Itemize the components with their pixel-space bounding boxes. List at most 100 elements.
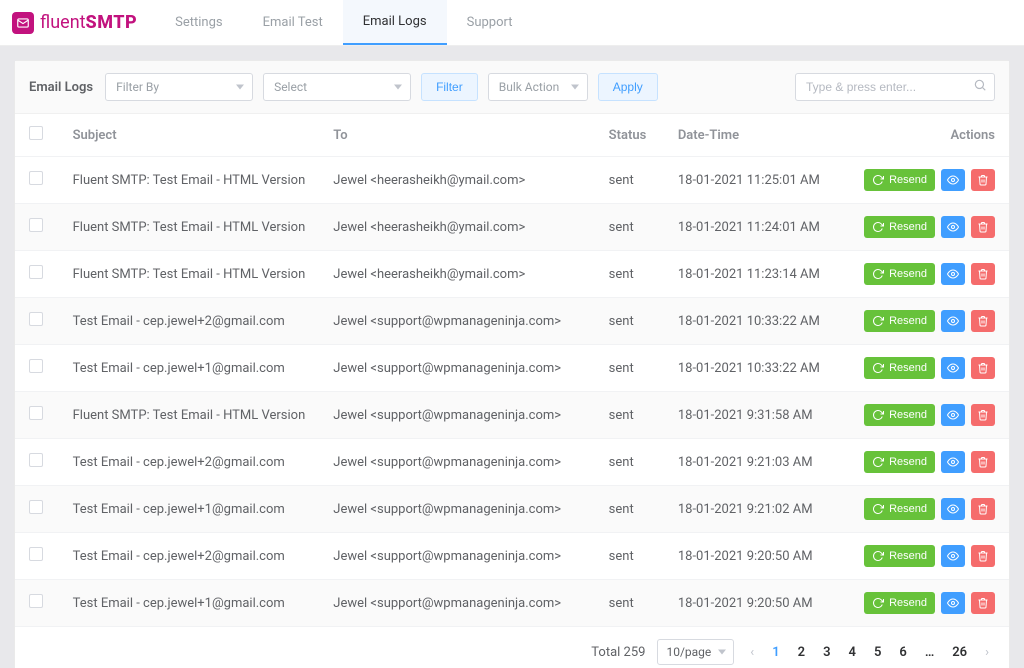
- resend-button[interactable]: Resend: [864, 310, 935, 332]
- row-checkbox[interactable]: [29, 547, 43, 561]
- chevron-down-icon: [571, 85, 579, 90]
- col-status: Status: [595, 114, 664, 157]
- row-checkbox[interactable]: [29, 500, 43, 514]
- resend-button[interactable]: Resend: [864, 169, 935, 191]
- delete-button[interactable]: [971, 404, 995, 426]
- delete-button[interactable]: [971, 169, 995, 191]
- row-checkbox[interactable]: [29, 218, 43, 232]
- row-checkbox[interactable]: [29, 359, 43, 373]
- delete-button[interactable]: [971, 498, 995, 520]
- filter-button[interactable]: Filter: [421, 73, 478, 101]
- cell-subject: Test Email - cep.jewel+1@gmail.com: [59, 580, 320, 627]
- chevron-down-icon: [718, 650, 726, 655]
- view-button[interactable]: [941, 310, 965, 332]
- prev-page[interactable]: ‹: [746, 643, 758, 662]
- resend-button[interactable]: Resend: [864, 216, 935, 238]
- nav-tab-settings[interactable]: Settings: [155, 0, 242, 45]
- delete-button[interactable]: [971, 263, 995, 285]
- select-all-checkbox[interactable]: [29, 126, 43, 140]
- resend-button[interactable]: Resend: [864, 545, 935, 567]
- view-button[interactable]: [941, 545, 965, 567]
- cell-status: sent: [595, 533, 664, 580]
- cell-status: sent: [595, 345, 664, 392]
- view-button[interactable]: [941, 404, 965, 426]
- filter-by-placeholder: Filter By: [116, 80, 159, 94]
- filter-by-select[interactable]: Filter By: [105, 73, 253, 101]
- page-3[interactable]: 3: [819, 643, 834, 662]
- cell-subject: Test Email - cep.jewel+1@gmail.com: [59, 486, 320, 533]
- search-input[interactable]: [795, 73, 995, 101]
- page-26[interactable]: 26: [948, 643, 971, 662]
- apply-button[interactable]: Apply: [598, 73, 658, 101]
- nav-tab-email-logs[interactable]: Email Logs: [343, 0, 447, 45]
- page-6[interactable]: 6: [895, 643, 910, 662]
- nav-tab-support[interactable]: Support: [447, 0, 533, 45]
- chevron-down-icon: [394, 85, 402, 90]
- table-row: Test Email - cep.jewel+1@gmail.comJewel …: [15, 580, 1009, 627]
- cell-to: Jewel <support@wpmanageninja.com>: [319, 439, 594, 486]
- page-size-select[interactable]: 10/page: [657, 639, 734, 665]
- filter-value-select[interactable]: Select: [263, 73, 411, 101]
- top-nav: fluentSMTP SettingsEmail TestEmail LogsS…: [0, 0, 1024, 46]
- cell-datetime: 18-01-2021 11:24:01 AM: [664, 204, 850, 251]
- delete-button[interactable]: [971, 216, 995, 238]
- row-checkbox[interactable]: [29, 171, 43, 185]
- view-button[interactable]: [941, 263, 965, 285]
- col-datetime: Date-Time: [664, 114, 850, 157]
- bulk-action-select[interactable]: Bulk Action: [488, 73, 588, 101]
- mail-icon: [12, 12, 34, 34]
- view-button[interactable]: [941, 451, 965, 473]
- bulk-action-placeholder: Bulk Action: [499, 80, 560, 94]
- cell-status: sent: [595, 580, 664, 627]
- cell-status: sent: [595, 157, 664, 204]
- row-checkbox[interactable]: [29, 406, 43, 420]
- cell-to: Jewel <support@wpmanageninja.com>: [319, 345, 594, 392]
- cell-status: sent: [595, 439, 664, 486]
- email-log-table: Subject To Status Date-Time Actions Flue…: [15, 114, 1009, 627]
- cell-status: sent: [595, 251, 664, 298]
- cell-datetime: 18-01-2021 9:31:58 AM: [664, 392, 850, 439]
- brand-logo: fluentSMTP: [12, 12, 137, 34]
- view-button[interactable]: [941, 357, 965, 379]
- resend-button[interactable]: Resend: [864, 592, 935, 614]
- resend-button[interactable]: Resend: [864, 404, 935, 426]
- view-button[interactable]: [941, 498, 965, 520]
- row-checkbox[interactable]: [29, 594, 43, 608]
- page-1[interactable]: 1: [768, 643, 783, 662]
- row-checkbox[interactable]: [29, 453, 43, 467]
- col-subject: Subject: [59, 114, 320, 157]
- row-checkbox[interactable]: [29, 312, 43, 326]
- cell-to: Jewel <heerasheikh@ymail.com>: [319, 204, 594, 251]
- table-row: Test Email - cep.jewel+2@gmail.comJewel …: [15, 533, 1009, 580]
- delete-button[interactable]: [971, 357, 995, 379]
- cell-status: sent: [595, 298, 664, 345]
- page-4[interactable]: 4: [845, 643, 860, 662]
- nav-tab-email-test[interactable]: Email Test: [243, 0, 343, 45]
- table-row: Test Email - cep.jewel+2@gmail.comJewel …: [15, 439, 1009, 486]
- delete-button[interactable]: [971, 592, 995, 614]
- page-2[interactable]: 2: [794, 643, 809, 662]
- resend-button[interactable]: Resend: [864, 263, 935, 285]
- row-checkbox[interactable]: [29, 265, 43, 279]
- table-row: Fluent SMTP: Test Email - HTML VersionJe…: [15, 157, 1009, 204]
- next-page[interactable]: ›: [981, 643, 993, 662]
- delete-button[interactable]: [971, 545, 995, 567]
- delete-button[interactable]: [971, 451, 995, 473]
- resend-button[interactable]: Resend: [864, 357, 935, 379]
- resend-button[interactable]: Resend: [864, 498, 935, 520]
- table-row: Test Email - cep.jewel+1@gmail.comJewel …: [15, 345, 1009, 392]
- view-button[interactable]: [941, 169, 965, 191]
- cell-to: Jewel <support@wpmanageninja.com>: [319, 533, 594, 580]
- view-button[interactable]: [941, 592, 965, 614]
- table-row: Test Email - cep.jewel+1@gmail.comJewel …: [15, 486, 1009, 533]
- col-to: To: [319, 114, 594, 157]
- cell-datetime: 18-01-2021 11:25:01 AM: [664, 157, 850, 204]
- delete-button[interactable]: [971, 310, 995, 332]
- view-button[interactable]: [941, 216, 965, 238]
- page-list: ‹ 123456…26›: [746, 643, 993, 662]
- resend-button[interactable]: Resend: [864, 451, 935, 473]
- table-row: Fluent SMTP: Test Email - HTML VersionJe…: [15, 204, 1009, 251]
- table-row: Fluent SMTP: Test Email - HTML VersionJe…: [15, 251, 1009, 298]
- page-5[interactable]: 5: [870, 643, 885, 662]
- cell-datetime: 18-01-2021 9:21:02 AM: [664, 486, 850, 533]
